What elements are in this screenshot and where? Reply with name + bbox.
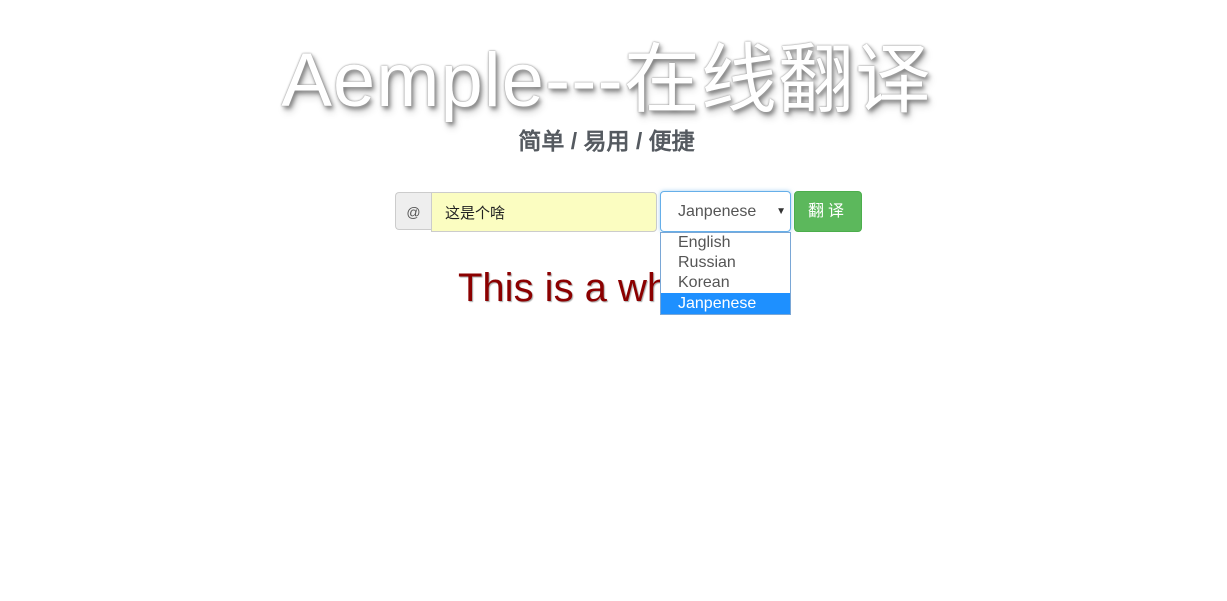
translate-button[interactable]: 翻译	[794, 191, 862, 232]
language-option-japanese[interactable]: Janpenese	[661, 293, 790, 314]
page-title: Aemple---在线翻译	[281, 38, 932, 123]
language-option-russian[interactable]: Russian	[661, 253, 790, 273]
language-select-value: Janpenese	[678, 203, 757, 220]
language-select[interactable]: Janpenese ▼	[660, 191, 791, 232]
caret-down-icon: ▼	[776, 206, 786, 217]
language-dropdown: English Russian Korean Janpenese	[660, 232, 791, 315]
at-addon: @	[395, 192, 431, 230]
page-subtitle: 简单 / 易用 / 便捷	[518, 128, 695, 154]
source-text-input[interactable]	[431, 192, 657, 232]
language-option-korean[interactable]: Korean	[661, 273, 790, 293]
page: Aemple---在线翻译 简单 / 易用 / 便捷 This is a wh …	[0, 0, 1227, 601]
translation-result: This is a wh	[458, 266, 670, 310]
language-option-english[interactable]: English	[661, 233, 790, 253]
